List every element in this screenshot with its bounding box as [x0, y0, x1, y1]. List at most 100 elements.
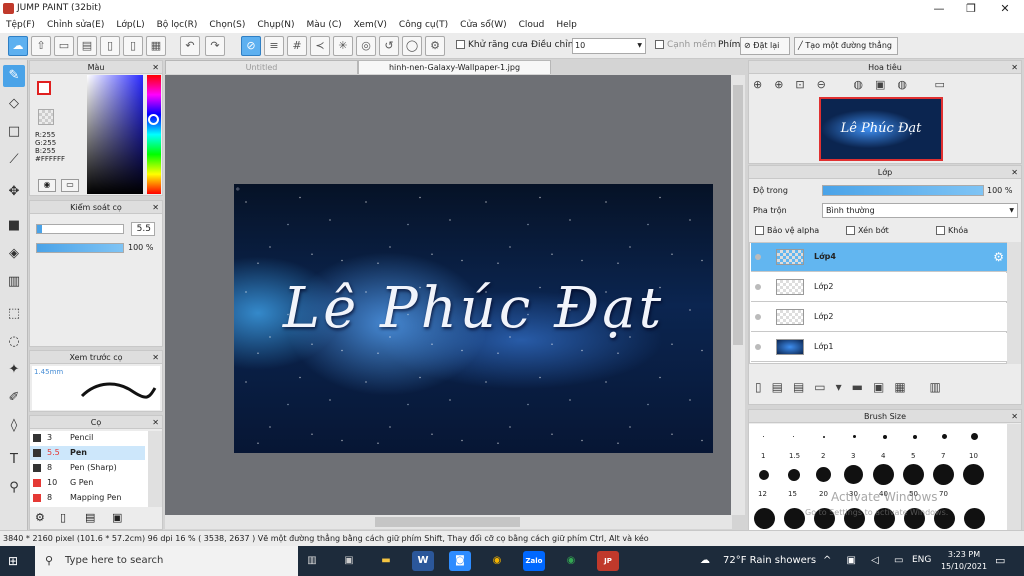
close-icon[interactable]: ✕	[152, 201, 159, 214]
message-icon[interactable]: ▤	[77, 36, 97, 56]
menu-select[interactable]: Chọn(S)	[203, 17, 251, 33]
close-button[interactable]: ✕	[988, 0, 1022, 17]
edge-checkbox[interactable]: Cạnh mềm	[655, 40, 716, 50]
size-dot[interactable]	[788, 469, 800, 481]
jump-paint-icon[interactable]: JP	[597, 551, 619, 571]
close-icon[interactable]: ✕	[152, 351, 159, 364]
hue-slider[interactable]	[147, 75, 161, 194]
size-dot[interactable]	[763, 436, 764, 437]
layer-row[interactable]: Lớp2	[751, 273, 1007, 302]
notification-icon[interactable]: ▭	[995, 554, 1005, 567]
minimize-button[interactable]: —	[922, 0, 956, 17]
file-explorer-icon[interactable]: ▬	[375, 551, 397, 571]
navigator-zoom-icons[interactable]: ⊕⊕⊡⊖ ◍▣◍ ▭	[753, 78, 957, 91]
menu-window[interactable]: Cửa sổ(W)	[454, 17, 512, 33]
select-eraser-tool-icon[interactable]: ◊	[3, 415, 25, 437]
vertical-scrollbar[interactable]	[731, 75, 745, 515]
menu-capture[interactable]: Chụp(N)	[251, 17, 300, 33]
task-view-icon[interactable]: ▥	[301, 551, 323, 571]
size-dot[interactable]	[759, 470, 769, 480]
size-dot[interactable]	[933, 464, 954, 485]
brush-size-scrollbar[interactable]	[1007, 424, 1021, 530]
palette-icon[interactable]: ◉	[38, 179, 56, 192]
weather-text[interactable]: 72°F Rain showers	[723, 555, 816, 566]
marquee-tool-icon[interactable]: ⬚	[3, 303, 25, 325]
store-icon[interactable]: ▣	[338, 551, 360, 571]
lock-checkbox[interactable]: Khóa	[936, 226, 968, 235]
opacity-slider[interactable]	[36, 243, 124, 253]
eye-icon[interactable]	[755, 284, 761, 290]
layer-row[interactable]: Lớp1	[751, 333, 1007, 362]
text-tool-icon[interactable]: T	[3, 449, 25, 471]
page-icon[interactable]: ▯	[100, 36, 120, 56]
eye-icon[interactable]	[755, 254, 761, 260]
hue-handle[interactable]	[148, 114, 159, 125]
gradient-tool-icon[interactable]: ▥	[3, 271, 25, 293]
close-icon[interactable]: ✕	[152, 61, 159, 74]
size-dot[interactable]	[942, 434, 947, 439]
undo-icon[interactable]: ↶	[180, 36, 200, 56]
saturation-picker[interactable]	[87, 75, 143, 194]
close-icon[interactable]: ✕	[1011, 166, 1018, 179]
transparent-swatch[interactable]	[38, 109, 54, 125]
chrome-profile-icon[interactable]: ◉	[560, 551, 582, 571]
word-icon[interactable]: W	[412, 551, 434, 571]
zoom-icon[interactable]: ◙	[449, 551, 471, 571]
grid-layout-icon[interactable]: ▦	[146, 36, 166, 56]
size-value[interactable]: 5.5	[131, 222, 155, 236]
protect-alpha-checkbox[interactable]: Bảo vệ alpha	[755, 226, 819, 235]
taskbar-search[interactable]: ⚲ Type here to search	[35, 546, 298, 576]
size-dot[interactable]	[903, 464, 924, 485]
move-tool-icon[interactable]: ✥	[3, 181, 25, 203]
tab-untitled[interactable]: Untitled	[165, 60, 358, 74]
size-dot[interactable]	[873, 464, 894, 485]
fill-rect-tool-icon[interactable]: ■	[3, 215, 25, 237]
size-dot[interactable]	[816, 467, 831, 482]
cloud-icon[interactable]: ☁	[8, 36, 28, 56]
perspective-icon[interactable]: ≺	[310, 36, 330, 56]
language-indicator[interactable]: ENG	[912, 555, 931, 565]
layer-scrollbar[interactable]	[1007, 242, 1021, 364]
horizontal-scroll-thumb[interactable]	[375, 517, 520, 527]
settings-snap-icon[interactable]: ⚙	[425, 36, 445, 56]
menu-filter[interactable]: Bộ lọc(R)	[151, 17, 204, 33]
close-icon[interactable]: ✕	[1011, 410, 1018, 423]
curve-icon[interactable]: ↺	[379, 36, 399, 56]
reset-button[interactable]: ⊘ Đặt lại	[740, 37, 790, 55]
size-dot[interactable]	[971, 433, 978, 440]
size-dot[interactable]	[963, 464, 984, 485]
blend-mode-dropdown[interactable]: Bình thường ▼	[822, 203, 1018, 218]
menu-edit[interactable]: Chỉnh sửa(E)	[41, 17, 110, 33]
eyedropper-tool-icon[interactable]: ⚲	[3, 477, 25, 499]
size-dot[interactable]	[913, 435, 917, 439]
radial-icon[interactable]: ✳	[333, 36, 353, 56]
brush-list-scrollbar[interactable]	[148, 431, 162, 507]
clip-checkbox[interactable]: Xén bớt	[846, 226, 889, 235]
navigator-thumbnail[interactable]: Lê Phúc Đạt	[819, 97, 943, 161]
close-icon[interactable]: ✕	[152, 416, 159, 429]
tray-icons[interactable]: ^ ▣ ◁ ▭	[823, 555, 910, 566]
pen-tool-icon[interactable]: ✎	[3, 65, 25, 87]
eraser-tool-icon[interactable]: ◇	[3, 93, 25, 115]
snap-off-icon[interactable]: ⊘	[241, 36, 261, 56]
new-brush-icon[interactable]: ▯	[60, 511, 66, 524]
artwork-canvas[interactable]: ◎ Lê Phúc Đạt	[234, 184, 713, 453]
size-dot[interactable]	[844, 465, 863, 484]
maximize-button[interactable]: ❐	[954, 0, 988, 17]
line-tool-icon[interactable]: ⟋	[3, 149, 25, 171]
menu-layer[interactable]: Lớp(L)	[110, 17, 150, 33]
bucket-tool-icon[interactable]: ◈	[3, 243, 25, 265]
lasso-tool-icon[interactable]: ◌	[3, 331, 25, 353]
list-item[interactable]: 3 Pencil	[30, 431, 145, 445]
windows-start-icon[interactable]: ⊞	[8, 554, 22, 568]
ellipse-icon[interactable]: ◯	[402, 36, 422, 56]
upload-icon[interactable]: ⇧	[31, 36, 51, 56]
select-rect-tool-icon[interactable]: □	[3, 121, 25, 143]
clock[interactable]: 3:23 PM 15/10/2021	[940, 549, 988, 573]
menu-tools[interactable]: Công cụ(T)	[393, 17, 454, 33]
antialias-checkbox[interactable]: Khử răng cưa	[456, 40, 528, 50]
straight-line-button[interactable]: ╱ Tạo một đường thẳng	[794, 37, 898, 55]
menu-help[interactable]: Help	[550, 17, 583, 33]
size-dot[interactable]	[823, 436, 825, 438]
menu-file[interactable]: Tệp(F)	[0, 17, 41, 33]
